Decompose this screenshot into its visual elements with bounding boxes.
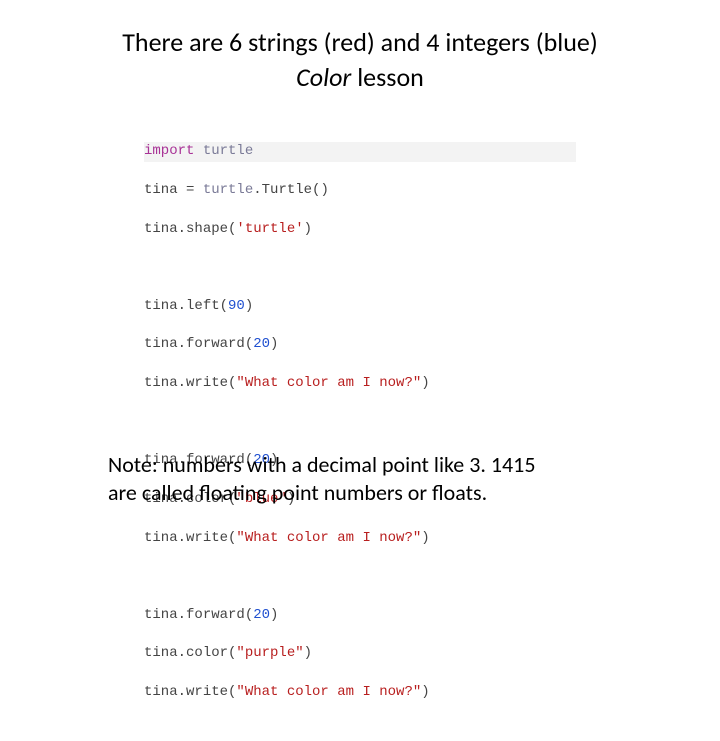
ident-tina: tina — [144, 607, 178, 623]
code-line-6: tina.write("What color am I now?") — [144, 374, 576, 393]
paren-close: ) — [421, 375, 429, 391]
footnote: Note: numbers with a decimal point like … — [108, 451, 628, 506]
ident-tina: tina — [144, 645, 178, 661]
paren-close: ) — [304, 221, 312, 237]
paren-close: ) — [270, 336, 278, 352]
code-line-4: tina.left(90) — [144, 297, 576, 316]
title-line-2: Color lesson — [48, 61, 672, 94]
note-line-1: Note: numbers with a decimal point like … — [108, 451, 536, 478]
code-line-11: tina.color("purple") — [144, 644, 576, 663]
code-line-3: tina.shape('turtle') — [144, 220, 576, 239]
string-what-color: "What color am I now?" — [236, 375, 421, 391]
call-write: .write( — [178, 375, 237, 391]
int-20: 20 — [253, 336, 270, 352]
paren-close: ) — [270, 607, 278, 623]
code-line-10: tina.forward(20) — [144, 606, 576, 625]
blank-line — [144, 567, 576, 586]
blank-line — [144, 413, 576, 432]
ident-tina: tina — [144, 684, 178, 700]
paren-close: ) — [304, 645, 312, 661]
code-block: import turtle tina = turtle.Turtle() tin… — [144, 123, 576, 741]
ident-tina: tina — [144, 182, 186, 198]
call-forward: .forward( — [178, 336, 254, 352]
code-line-5: tina.forward(20) — [144, 335, 576, 354]
string-what-color: "What color am I now?" — [236, 684, 421, 700]
string-purple: "purple" — [236, 645, 303, 661]
code-line-12: tina.write("What color am I now?") — [144, 683, 576, 702]
ident-tina: tina — [144, 221, 178, 237]
code-line-2: tina = turtle.Turtle() — [144, 181, 576, 200]
call-turtle: .Turtle() — [253, 182, 329, 198]
code-line-1: import turtle — [144, 142, 576, 161]
call-write: .write( — [178, 684, 237, 700]
string-turtle: 'turtle' — [236, 221, 303, 237]
call-left: .left( — [178, 298, 228, 314]
call-color: .color( — [178, 645, 237, 661]
slide-title: There are 6 strings (red) and 4 integers… — [48, 26, 672, 93]
ident-tina: tina — [144, 530, 178, 546]
int-90: 90 — [228, 298, 245, 314]
keyword-import: import — [144, 143, 194, 159]
string-what-color: "What color am I now?" — [236, 530, 421, 546]
title-rest: lesson — [351, 61, 424, 93]
module-turtle-2: turtle — [194, 182, 253, 198]
ident-tina: tina — [144, 298, 178, 314]
module-turtle: turtle — [194, 143, 253, 159]
code-line-9: tina.write("What color am I now?") — [144, 529, 576, 548]
paren-close: ) — [245, 298, 253, 314]
ident-tina: tina — [144, 336, 178, 352]
ident-tina: tina — [144, 375, 178, 391]
call-write: .write( — [178, 530, 237, 546]
paren-close: ) — [421, 684, 429, 700]
call-forward: .forward( — [178, 607, 254, 623]
slide: There are 6 strings (red) and 4 integers… — [0, 0, 720, 540]
note-line-2: are called floating point numbers or flo… — [108, 479, 487, 506]
call-shape: .shape( — [178, 221, 237, 237]
title-italic-word: Color — [296, 61, 351, 93]
int-20: 20 — [253, 607, 270, 623]
paren-close: ) — [421, 530, 429, 546]
blank-line — [144, 258, 576, 277]
title-line-1: There are 6 strings (red) and 4 integers… — [122, 26, 597, 58]
